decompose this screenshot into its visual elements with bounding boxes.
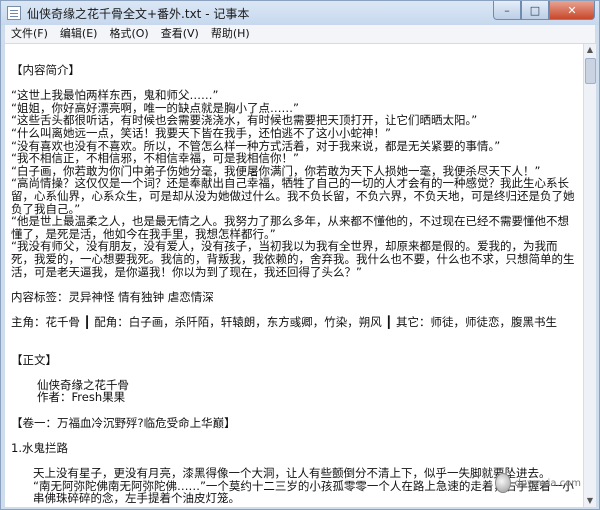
- menu-help[interactable]: 帮助(H): [205, 25, 256, 43]
- scroll-up-arrow-icon[interactable]: ▲: [584, 44, 596, 56]
- text-line: “这世上我最怕两样东西，鬼和师父……”: [11, 88, 219, 103]
- maximize-button[interactable]: □: [521, 1, 549, 20]
- text-line: “什么叫离她远一点，笑话！我要天下皆在我手，还怕逃不了这小小蛇神！”: [11, 125, 391, 140]
- vertical-scrollbar[interactable]: ▲ ▼: [583, 44, 596, 507]
- text-line: 1.水鬼拦路: [11, 440, 68, 455]
- title-bar[interactable]: 仙侠奇缘之花千骨全文+番外.txt - 记事本 – □ ✕: [1, 1, 599, 25]
- text-line: 【正文】: [11, 352, 57, 367]
- scrollbar-thumb[interactable]: [585, 58, 596, 84]
- menu-bar: 文件(F) 编辑(E) 格式(O) 查看(V) 帮助(H): [5, 25, 595, 44]
- text-line: 【卷一：万福血冷沉野殍?临危受命上华巅】: [11, 415, 236, 430]
- text-line: “我不相信正，不相信邪，不相信幸福，可是我相信你！”: [11, 151, 299, 166]
- watermark-text: downxia.com: [514, 477, 581, 489]
- text-editor-area[interactable]: 【内容简介】 “这世上我最怕两样东西，鬼和师父……” “姐姐，你好高好漂亮啊，唯一的…: [5, 44, 583, 507]
- scroll-down-arrow-icon[interactable]: ▼: [584, 495, 596, 507]
- watermark-logo-icon: [495, 473, 511, 493]
- notepad-window: 仙侠奇缘之花千骨全文+番外.txt - 记事本 – □ ✕ 文件(F) 编辑(E…: [0, 0, 600, 510]
- watermark: downxia.com: [495, 471, 581, 495]
- text-line: 作者：Fresh果果: [37, 390, 126, 405]
- menu-file[interactable]: 文件(F): [5, 25, 54, 43]
- menu-view[interactable]: 查看(V): [155, 25, 205, 43]
- window-title: 仙侠奇缘之花千骨全文+番外.txt - 记事本: [27, 6, 250, 21]
- text-line: “南无阿弥陀佛南无阿弥陀佛……”一个莫约十二三岁的小孩孤零零一个人在路上急速的走…: [33, 478, 574, 506]
- document-text: 【内容简介】 “这世上我最怕两样东西，鬼和师父……” “姐姐，你好高好漂亮啊，唯一的…: [5, 44, 583, 505]
- window-controls: – □ ✕: [493, 1, 595, 20]
- menu-format[interactable]: 格式(O): [103, 25, 154, 43]
- text-line: “他是世上最温柔之人，也是最无情之人。我努力了那么多年，从来都不懂他的，不过现在…: [11, 214, 569, 241]
- text-line: 主角：花千骨 ┃ 配角：白子画，杀阡陌，轩辕朗，东方彧卿，竹染，朔风 ┃ 其它：…: [11, 314, 557, 329]
- text-line: “我没有师父，没有朋友，没有爱人，没有孩子，当初我以为我有全世界，却原来都是假的…: [11, 239, 575, 279]
- notepad-icon: [7, 6, 21, 20]
- close-button[interactable]: ✕: [549, 1, 595, 20]
- text-line: 【内容简介】: [11, 63, 80, 77]
- text-line: “高尚情操？这仅仅是一个词？还是奉献出自己幸福，牺牲了自己的一切的人才会有的一种…: [11, 176, 575, 216]
- minimize-button[interactable]: –: [493, 1, 521, 20]
- text-line: 天上没有星子，更没有月亮，漆黑得像一个大洞，让人有些颤倒分不清上下，似乎一失脚就…: [33, 466, 551, 480]
- text-line: 内容标签：灵异神怪 情有独钟 虐恋情深: [11, 289, 214, 304]
- menu-edit[interactable]: 编辑(E): [54, 25, 104, 43]
